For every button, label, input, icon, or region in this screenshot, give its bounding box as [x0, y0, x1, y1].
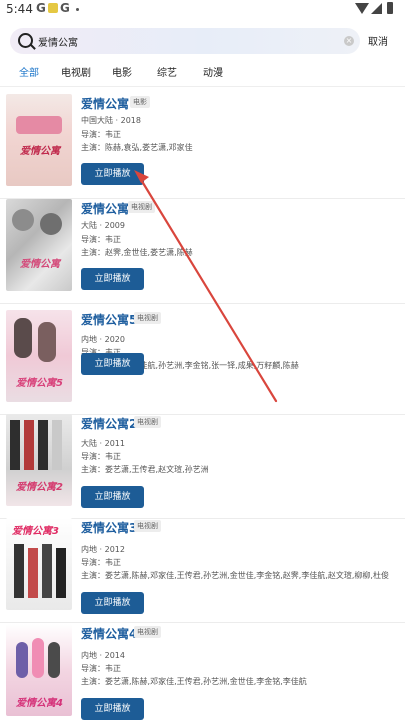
result-title[interactable]: 爱情公寓 [81, 200, 129, 217]
battery-icon [387, 2, 393, 14]
clock: 5:44 [6, 2, 33, 16]
play-now-button[interactable]: 立即播放 [81, 592, 144, 614]
google-notification-icon-2: G [60, 1, 70, 15]
director: 导演：韦正 [81, 130, 121, 139]
director: 导演：韦正 [81, 558, 121, 567]
director: 导演：韦正 [81, 235, 121, 244]
play-now-button[interactable]: 立即播放 [81, 698, 144, 720]
result-title[interactable]: 爱情公寓5 [81, 311, 137, 328]
result-title[interactable]: 爱情公寓3 [81, 519, 137, 536]
status-bar: 5:44 G G [0, 0, 405, 20]
type-badge: 电视剧 [128, 201, 155, 213]
type-badge: 电影 [130, 96, 150, 108]
cast: 主演：赵霁,金世佳,娄艺潇,陈赫 [81, 248, 193, 257]
result-item: 爱情公寓3 爱情公寓3 电视剧 内地 · 2012 导演：韦正 主演：娄艺潇,陈… [0, 518, 405, 623]
region-year: 内地 · 2012 [81, 545, 125, 554]
region-year: 大陆 · 2009 [81, 221, 125, 230]
result-item: 爱情公寓2 爱情公寓2 电视剧 大陆 · 2011 导演：韦正 主演：娄艺潇,王… [0, 414, 405, 519]
signal-icon [371, 3, 382, 14]
type-badge: 电视剧 [134, 312, 161, 324]
category-tabs: 全部 电视剧 电影 综艺 动漫 [0, 64, 405, 84]
result-item: 爱情公寓 爱情公寓 电视剧 大陆 · 2009 导演：韦正 主演：赵霁,金世佳,… [0, 199, 405, 304]
play-now-button[interactable]: 立即播放 [81, 268, 144, 290]
poster-image[interactable]: 爱情公寓3 [6, 518, 72, 610]
poster-image[interactable]: 爱情公寓 [6, 199, 72, 291]
image-notification-icon [48, 3, 58, 13]
cast: 主演：娄艺潇,王传君,赵文瑄,孙艺洲 [81, 465, 209, 474]
poster-image[interactable]: 爱情公寓 [6, 94, 72, 186]
result-item: 爱情公寓 爱情公寓 电影 中国大陆 · 2018 导演：韦正 主演：陈赫,袁弘,… [0, 94, 405, 199]
clear-icon[interactable]: × [344, 36, 354, 46]
wifi-icon [355, 3, 369, 14]
tab-tv-series[interactable]: 电视剧 [61, 64, 91, 79]
play-now-button[interactable]: 立即播放 [81, 486, 144, 508]
type-badge: 电视剧 [134, 626, 161, 638]
search-icon [18, 33, 33, 48]
poster-image[interactable]: 爱情公寓2 [6, 414, 72, 506]
result-title[interactable]: 爱情公寓4 [81, 625, 137, 642]
type-badge: 电视剧 [134, 416, 161, 428]
result-item: 爱情公寓4 爱情公寓4 电视剧 内地 · 2014 导演：韦正 主演：娄艺潇,陈… [0, 624, 405, 728]
director: 导演：韦正 [81, 664, 121, 673]
director: 导演：韦正 [81, 452, 121, 461]
poster-image[interactable]: 爱情公寓5 [6, 310, 72, 402]
tab-variety[interactable]: 综艺 [157, 64, 177, 79]
more-notifications-icon [76, 8, 79, 11]
cancel-button[interactable]: 取消 [368, 33, 388, 48]
cast: 主演：娄艺潇,陈赫,邓家佳,王传君,孙艺洲,金世佳,李金铭,李佳航 [81, 677, 307, 686]
tab-all[interactable]: 全部 [19, 64, 39, 79]
result-item: 爱情公寓5 爱情公寓5 电视剧 内地 · 2020 导演：韦正 主演：娄艺潇,李… [0, 310, 405, 415]
search-input[interactable] [38, 31, 318, 51]
tab-movies[interactable]: 电影 [112, 64, 132, 79]
poster-image[interactable]: 爱情公寓4 [6, 624, 72, 716]
cast: 主演：娄艺潇,陈赫,邓家佳,王传君,孙艺洲,金世佳,李金铭,赵霁,李佳航,赵文瑄… [81, 571, 389, 580]
region-year: 内地 · 2014 [81, 651, 125, 660]
divider [0, 86, 405, 87]
play-now-button[interactable]: 立即播放 [81, 353, 144, 375]
cast: 主演：陈赫,袁弘,娄艺潇,邓家佳 [81, 143, 193, 152]
tab-anime[interactable]: 动漫 [203, 64, 223, 79]
result-title[interactable]: 爱情公寓 [81, 95, 129, 112]
play-now-button[interactable]: 立即播放 [81, 163, 144, 185]
region-year: 内地 · 2020 [81, 335, 125, 344]
type-badge: 电视剧 [134, 520, 161, 532]
search-bar: × [10, 28, 360, 54]
result-title[interactable]: 爱情公寓2 [81, 415, 137, 432]
region-year: 中国大陆 · 2018 [81, 116, 141, 125]
region-year: 大陆 · 2011 [81, 439, 125, 448]
google-notification-icon: G [36, 1, 46, 15]
